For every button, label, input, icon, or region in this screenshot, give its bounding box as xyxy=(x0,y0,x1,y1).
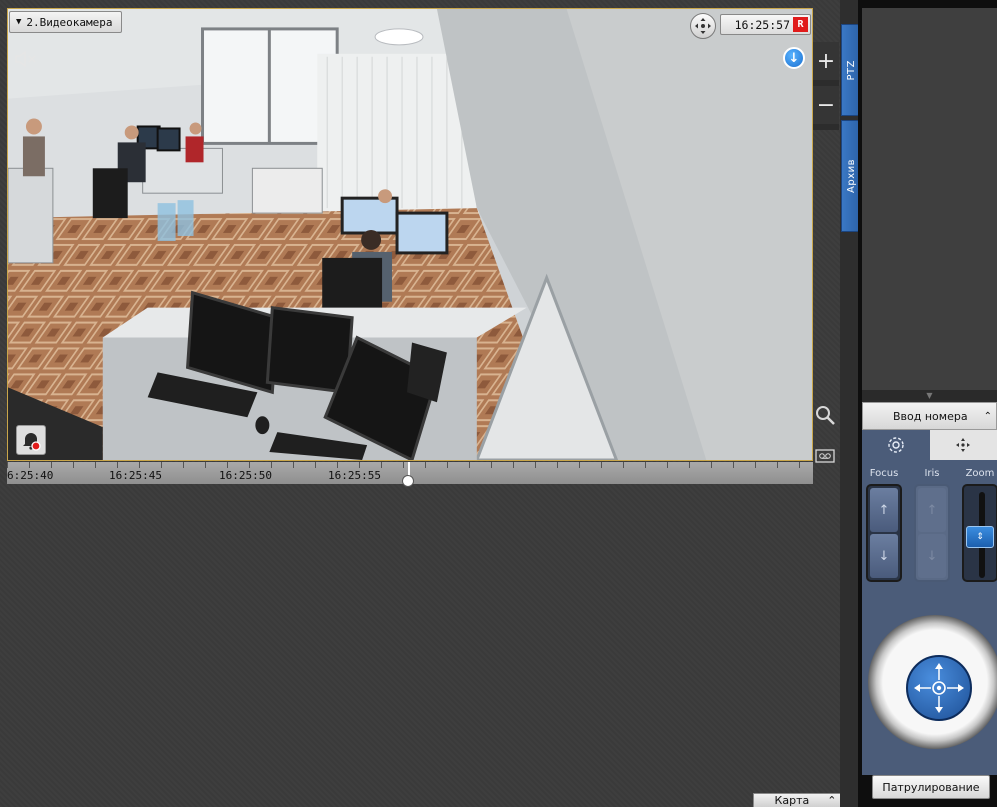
chevron-up-icon: ⌃ xyxy=(827,794,837,807)
joystick-area xyxy=(862,607,997,775)
iris-open-button: ↑ xyxy=(918,488,946,532)
focus-far-button[interactable]: ↓ xyxy=(870,534,898,578)
camera-tile[interactable]: ▼ 2.Видеокамера 16:25:57 R ↓ xyxy=(7,8,813,461)
iris-control: Iris ↑ ↓ xyxy=(914,468,950,582)
timeline[interactable]: 6:25:40 16:25:45 16:25:50 16:25:55 xyxy=(7,462,813,487)
camera-time: 16:25:57 xyxy=(734,17,790,32)
camera-title: 2.Видеокамера xyxy=(26,15,113,29)
camera-title-menu[interactable]: ▼ 2.Видеокамера xyxy=(9,11,122,33)
archive-icon[interactable] xyxy=(814,446,836,466)
focus-near-button[interactable]: ↑ xyxy=(870,488,898,532)
recording-indicator: R xyxy=(793,17,808,32)
workspace: ▼ 2.Видеокамера 16:25:57 R ↓ + − 6:25:40… xyxy=(0,0,858,807)
side-tab-rail: PTZ Архив xyxy=(840,0,861,807)
ptz-preview-area xyxy=(862,8,997,390)
minus-icon[interactable]: − xyxy=(813,86,839,124)
chevron-up-icon: ⌃ xyxy=(983,410,992,422)
tab-archive-label: Архив xyxy=(845,159,857,193)
timeline-label: 16:25:55 xyxy=(328,469,381,482)
joystick-icon[interactable] xyxy=(906,655,972,721)
zoom-slider[interactable]: ⇕ xyxy=(962,484,997,582)
zoom-control: Zoom ⇕ xyxy=(962,468,997,582)
lens-icon xyxy=(888,437,904,453)
joystick-ring xyxy=(868,615,997,749)
tab-ptz-move[interactable] xyxy=(929,430,997,460)
map-button-label: Карта xyxy=(774,794,810,807)
focus-rocker: ↑ ↓ xyxy=(866,484,902,582)
patrol-button-label: Патрулирование xyxy=(882,780,980,794)
number-input-label: Ввод номера xyxy=(893,409,968,423)
caret-down-icon: ▼ xyxy=(16,17,22,27)
timeline-ticks xyxy=(7,462,813,468)
ptz-move-icon xyxy=(956,438,971,452)
timeline-cursor-handle[interactable] xyxy=(402,475,414,487)
digital-zoom-strip: + − xyxy=(813,42,839,130)
timeline-label: 16:25:50 xyxy=(219,469,272,482)
tab-lens-settings[interactable] xyxy=(862,430,930,460)
iris-close-button: ↓ xyxy=(918,534,946,578)
tab-ptz-label: PTZ xyxy=(845,59,857,81)
iris-rocker: ↑ ↓ xyxy=(914,484,950,582)
panel-collapse-handle[interactable]: ▼ xyxy=(862,390,997,402)
number-input-toggle[interactable]: Ввод номера ⌃ xyxy=(862,402,997,430)
camera-feed[interactable] xyxy=(8,9,812,460)
download-icon[interactable]: ↓ xyxy=(783,47,805,69)
lens-controls: Focus ↑ ↓ Iris ↑ ↓ Zoom ⇕ xyxy=(862,460,997,607)
zoom-slider-thumb[interactable]: ⇕ xyxy=(966,526,994,548)
ptz-mode-tabs xyxy=(862,430,997,460)
timeline-label: 16:25:45 xyxy=(109,469,162,482)
ptz-move-icon[interactable] xyxy=(690,13,716,39)
patrol-button[interactable]: Патрулирование xyxy=(872,775,990,799)
camera-time-badge: 16:25:57 R xyxy=(720,14,811,35)
plus-icon[interactable]: + xyxy=(813,42,839,80)
speaker-muted-icon[interactable] xyxy=(14,49,38,69)
ptz-panel: ▼ Ввод номера ⌃ Focus ↑ ↓ Iris ↑ ↓ Zoom … xyxy=(858,0,997,807)
zoom-label: Zoom xyxy=(965,468,995,479)
focus-control: Focus ↑ ↓ xyxy=(866,468,902,582)
search-icon[interactable] xyxy=(814,404,836,426)
alarm-bell-icon[interactable] xyxy=(16,425,46,455)
timeline-label: 6:25:40 xyxy=(7,469,54,482)
iris-label: Iris xyxy=(924,468,940,479)
focus-label: Focus xyxy=(869,468,899,479)
